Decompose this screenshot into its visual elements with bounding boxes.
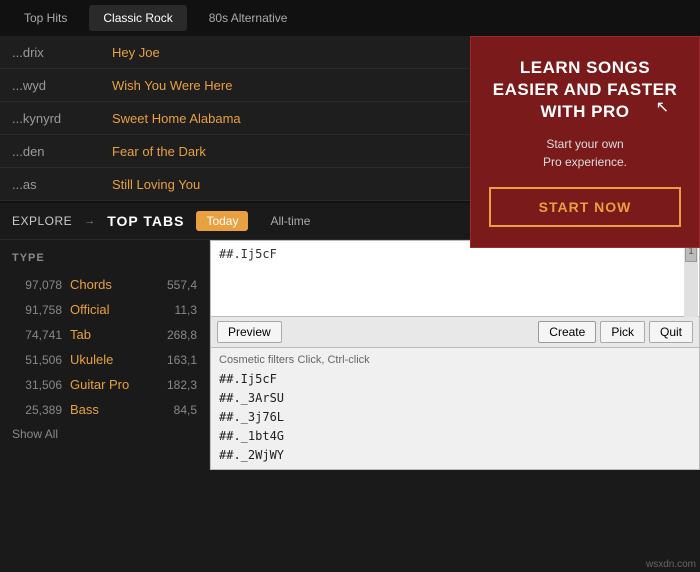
pro-banner-title: LEARN SONGSEASIER AND FASTERWITH PRO [489,57,681,123]
tab-all-time[interactable]: All-time [260,211,320,231]
type-row-ukulele[interactable]: 51,506 Ukulele 163,1 [0,347,209,372]
cursor-icon: ↖ [656,97,669,117]
filter-item[interactable]: ##._2WjWY [219,446,691,465]
song-title-cell: Fear of the Dark [100,135,490,168]
tab-today[interactable]: Today [196,211,248,231]
song-link[interactable]: Hey Joe [112,45,160,60]
filter-item[interactable]: ##._3j76L [219,408,691,427]
ukulele-count-right: 163,1 [167,353,197,367]
song-title-cell: Sweet Home Alabama [100,102,490,135]
cosmetic-filters-body: Cosmetic filters Click, Ctrl-click ##.Ij… [211,348,699,469]
song-title-cell: Still Loving You [100,168,490,201]
type-link-guitar-pro[interactable]: Guitar Pro [70,377,159,392]
tab-classic-rock[interactable]: Classic Rock [89,5,186,31]
show-all-link[interactable]: Show All [0,422,209,446]
type-link-ukulele[interactable]: Ukulele [70,352,159,367]
type-row-bass[interactable]: 25,389 Bass 84,5 [0,397,209,422]
explore-link[interactable]: EXPLORE [12,214,72,228]
two-col-layout: TYPE 97,078 Chords 557,4 91,758 Official… [0,240,700,470]
chords-count-left: 97,078 [12,278,62,292]
pick-button[interactable]: Pick [600,321,645,343]
artist-cell: ...drix [0,36,100,69]
top-tabs-label: TOP TABS [107,213,184,229]
top-nav: Top Hits Classic Rock 80s Alternative [0,0,700,36]
filter-item[interactable]: ##._1bt4G [219,427,691,446]
watermark: wsxdn.com [646,559,696,570]
bass-count-right: 84,5 [174,403,197,417]
tab-top-hits[interactable]: Top Hits [10,5,81,31]
artist-cell: ...kynyrd [0,102,100,135]
official-count-left: 91,758 [12,303,62,317]
tab-count-right: 268,8 [167,328,197,342]
song-link[interactable]: Wish You Were Here [112,78,232,93]
song-title-cell: Hey Joe [100,36,490,69]
type-row-guitar-pro[interactable]: 31,506 Guitar Pro 182,3 [0,372,209,397]
song-link[interactable]: Fear of the Dark [112,144,206,159]
type-col-header: TYPE [0,248,209,272]
filter-item[interactable]: ##._3nOyH [219,466,691,469]
type-row-tab[interactable]: 74,741 Tab 268,8 [0,322,209,347]
type-row-official[interactable]: 91,758 Official 11,3 [0,297,209,322]
preview-button[interactable]: Preview [217,321,282,343]
tab-count-left: 74,741 [12,328,62,342]
explore-arrow-icon: → [84,215,95,227]
cosmetic-panel: ##.Ij5cF 1 Preview Create Pick Quit Cosm… [210,240,700,470]
start-now-button[interactable]: START NOW [489,187,681,227]
guitar-pro-count-right: 182,3 [167,378,197,392]
pro-banner-subtitle: Start your ownPro experience. [489,135,681,171]
type-row-chords[interactable]: 97,078 Chords 557,4 [0,272,209,297]
cosmetic-panel-col: ##.Ij5cF 1 Preview Create Pick Quit Cosm… [210,240,700,470]
ukulele-count-left: 51,506 [12,353,62,367]
cosmetic-textarea[interactable]: ##.Ij5cF [211,241,699,317]
bass-count-left: 25,389 [12,403,62,417]
tab-80s-alternative[interactable]: 80s Alternative [195,5,302,31]
guitar-pro-count-left: 31,506 [12,378,62,392]
artist-cell: ...wyd [0,69,100,102]
pro-banner: LEARN SONGSEASIER AND FASTERWITH PRO Sta… [470,36,700,248]
song-list-area: ...drix Hey Joe ★★★★★ ...wyd Wish You We… [0,36,700,201]
create-button[interactable]: Create [538,321,596,343]
scrollbar[interactable]: 1 [684,241,698,317]
song-title-cell: Wish You Were Here [100,69,490,102]
artist-cell: ...as [0,168,100,201]
filter-item[interactable]: ##.Ij5cF [219,370,691,389]
type-link-official[interactable]: Official [70,302,167,317]
official-count-right: 11,3 [175,303,197,317]
cosmetic-toolbar: Preview Create Pick Quit [211,317,699,348]
filter-item[interactable]: ##._3ArSU [219,389,691,408]
chords-count-right: 557,4 [167,278,197,292]
type-link-tab[interactable]: Tab [70,327,159,342]
song-link[interactable]: Still Loving You [112,177,200,192]
artist-cell: ...den [0,135,100,168]
type-list-col: TYPE 97,078 Chords 557,4 91,758 Official… [0,240,210,470]
quit-button[interactable]: Quit [649,321,693,343]
type-link-bass[interactable]: Bass [70,402,166,417]
song-link[interactable]: Sweet Home Alabama [112,111,241,126]
type-link-chords[interactable]: Chords [70,277,159,292]
cosmetic-filters-title: Cosmetic filters Click, Ctrl-click [219,352,691,366]
